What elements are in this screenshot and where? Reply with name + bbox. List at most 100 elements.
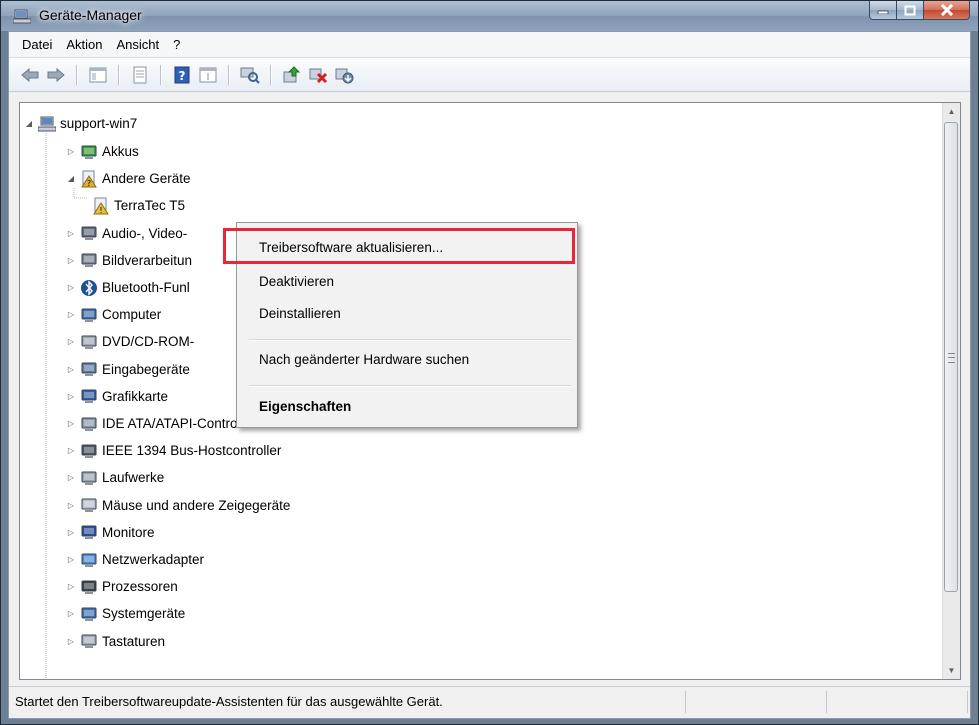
system-device-icon <box>81 607 97 621</box>
tree-category-item[interactable]: ▷ Bluetooth-Funl <box>66 274 190 301</box>
tree-category-item[interactable]: ▷ Systemgeräte <box>66 600 185 627</box>
tree-item-label: Netzwerkadapter <box>102 552 205 567</box>
expand-triangle-icon[interactable]: ▷ <box>66 364 76 374</box>
tree-item-label: IEEE 1394 Bus-Hostcontroller <box>102 443 282 459</box>
tree-category-item[interactable]: ▷ Bildverarbeitun <box>66 247 192 274</box>
menu-ansicht[interactable]: Ansicht <box>110 35 167 54</box>
tree-item-label: Andere Geräte <box>102 171 191 187</box>
properties-icon <box>133 66 147 83</box>
minimize-button[interactable] <box>869 1 897 20</box>
tree-item-label: Bildverarbeitun <box>102 252 193 268</box>
tree-category-item[interactable]: ▷ Mäuse und andere Zeigegeräte <box>66 492 290 519</box>
tree-category-item[interactable]: ▷ Akkus <box>66 138 139 165</box>
expand-triangle-icon[interactable]: ▷ <box>66 527 76 537</box>
firewire-icon <box>81 444 97 458</box>
expand-triangle-icon[interactable]: ▷ <box>66 473 76 483</box>
menu-scan-hardware[interactable]: Nach geänderter Hardware suchen <box>259 352 469 367</box>
tree-category-item[interactable]: ▷ Audio-, Video- <box>66 220 187 247</box>
processor-icon <box>81 580 97 594</box>
menu-separator <box>249 339 571 341</box>
tree-category-item[interactable]: ▷ Eingabegeräte <box>66 356 190 383</box>
maximize-button[interactable] <box>897 1 924 20</box>
vertical-scrollbar[interactable]: ▲ ▼ <box>942 103 960 679</box>
back-button[interactable] <box>19 64 41 86</box>
battery-icon <box>81 145 97 159</box>
menu-properties[interactable]: Eigenschaften <box>259 399 351 414</box>
svg-text:?: ? <box>179 69 186 83</box>
tree-root[interactable]: ◢ support-win7 <box>24 110 137 137</box>
tree-root-label: support-win7 <box>60 116 138 131</box>
tree-category-item[interactable]: ◢? Andere Geräte <box>66 165 191 192</box>
help-button[interactable]: ? <box>171 64 193 86</box>
toolbar: ? <box>9 58 970 92</box>
highlight-annotation-box <box>223 228 575 264</box>
tree-item-label: Prozessoren <box>102 579 178 595</box>
update-driver-button[interactable] <box>281 64 303 86</box>
expand-triangle-icon[interactable]: ▷ <box>66 419 76 429</box>
network-adapter-icon <box>81 553 97 567</box>
tree-category-item[interactable]: ▷ Prozessoren <box>66 573 178 600</box>
scrollbar-thumb[interactable] <box>944 122 958 592</box>
tree-item-label: Akkus <box>102 144 139 159</box>
tree-category-item[interactable]: ▷ Tastaturen <box>66 628 165 655</box>
expand-triangle-icon[interactable]: ▷ <box>66 582 76 592</box>
expand-triangle-icon[interactable]: ▷ <box>66 391 76 401</box>
menu-uninstall[interactable]: Deinstallieren <box>259 306 341 321</box>
tree-category-item[interactable]: ▷ Laufwerke <box>66 464 164 491</box>
expand-triangle-icon[interactable]: ▷ <box>66 255 76 265</box>
tree-item-label: Laufwerke <box>102 470 165 486</box>
view-button[interactable] <box>197 64 219 86</box>
forward-button[interactable] <box>45 64 67 86</box>
tree-category-item[interactable]: ▷ Computer <box>66 301 161 328</box>
menu-bar: Datei Aktion Ansicht ? <box>9 32 970 58</box>
computer-icon <box>81 308 97 322</box>
tree-item-label: DVD/CD-ROM- <box>102 334 195 350</box>
scroll-up-arrow-icon[interactable]: ▲ <box>943 103 960 120</box>
device-manager-icon <box>13 9 31 24</box>
tree-category-item[interactable]: ▷ Monitore <box>66 519 155 546</box>
tree-category-item[interactable]: ▷ DVD/CD-ROM- <box>66 328 194 355</box>
collapse-triangle-icon[interactable]: ◢ <box>24 119 34 129</box>
window-controls <box>869 1 970 21</box>
uninstall-device-icon <box>335 68 354 83</box>
menu-aktion[interactable]: Aktion <box>59 35 109 54</box>
update-driver-icon <box>283 65 301 82</box>
menu-disable[interactable]: Deaktivieren <box>259 274 334 289</box>
status-cell <box>686 690 827 713</box>
scroll-grip-icon <box>948 353 955 363</box>
uninstall-device-button[interactable] <box>333 64 355 86</box>
scan-hardware-button[interactable] <box>239 64 261 86</box>
camera-icon <box>81 253 97 268</box>
expand-triangle-icon[interactable]: ▷ <box>66 228 76 238</box>
tree-category-item[interactable]: ▷ Grafikkarte <box>66 383 168 410</box>
expand-triangle-icon[interactable]: ▷ <box>66 337 76 347</box>
menu-help[interactable]: ? <box>166 35 187 54</box>
tree-category-item[interactable]: ▷ IEEE 1394 Bus-Hostcontroller <box>66 437 281 464</box>
expand-triangle-icon[interactable]: ▷ <box>66 636 76 646</box>
expand-triangle-icon[interactable]: ▷ <box>66 147 76 157</box>
expand-triangle-icon[interactable]: ▷ <box>66 283 76 293</box>
properties-button[interactable] <box>129 64 151 86</box>
back-arrow-icon <box>21 67 39 82</box>
title-bar[interactable]: Geräte-Manager <box>1 1 978 31</box>
tree-category-item[interactable]: ▷ Netzwerkadapter <box>66 546 204 573</box>
expand-triangle-icon[interactable]: ▷ <box>66 555 76 565</box>
tree-item-label: IDE ATA/ATAPI-Controller <box>102 416 256 431</box>
expand-triangle-icon[interactable]: ▷ <box>66 446 76 456</box>
disable-device-button[interactable] <box>307 64 329 86</box>
expand-triangle-icon[interactable]: ▷ <box>66 500 76 510</box>
tree-item-label: Mäuse und andere Zeigegeräte <box>102 497 291 513</box>
tree-category-item[interactable]: ▷ IDE ATA/ATAPI-Controller <box>66 410 256 437</box>
expand-triangle-icon[interactable]: ▷ <box>66 310 76 320</box>
toolbar-separator <box>270 64 272 85</box>
expand-triangle-icon[interactable]: ▷ <box>66 609 76 619</box>
tree-item-label: Bluetooth-Funl <box>102 280 190 295</box>
help-icon: ? <box>174 66 190 83</box>
scroll-down-arrow-icon[interactable]: ▼ <box>943 662 960 679</box>
menu-datei[interactable]: Datei <box>15 35 59 54</box>
console-tree-button[interactable] <box>87 64 109 86</box>
collapse-triangle-icon[interactable]: ◢ <box>66 174 76 184</box>
tree-device-item[interactable]: ! TerraTec T5 <box>92 192 185 219</box>
disable-device-icon <box>309 68 328 83</box>
close-button[interactable] <box>924 1 970 20</box>
